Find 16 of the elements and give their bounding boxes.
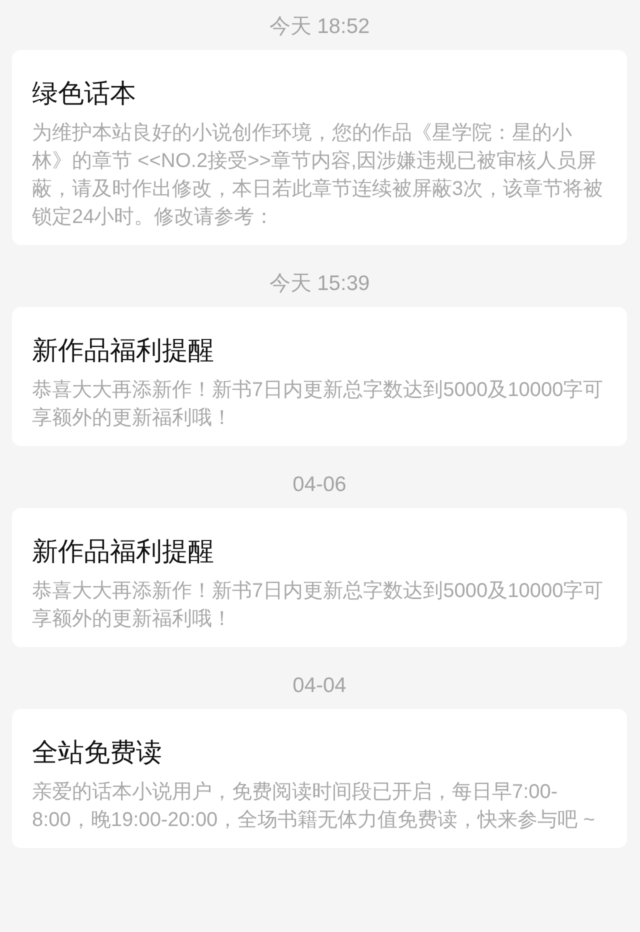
message-text: 恭喜大大再添新作！新书7日内更新总字数达到5000及10000字可享额外的更新福利哦！	[32, 378, 604, 431]
message-title: 绿色话本	[32, 77, 137, 110]
message-title: 全站免费读	[32, 736, 163, 769]
message-card[interactable]: 新作品福利提醒 恭喜大大再添新作！新书7日内更新总字数达到5000及10000字可享额外的更新福利哦！	[12, 508, 627, 647]
message-time: 今天 15:39	[269, 271, 370, 297]
message-time: 04-04	[292, 673, 346, 699]
message-card[interactable]: 绿色话本 为维护本站良好的小说创作环境，您的作品《星学院：星的小林》的章节 <<NO.2接受>>章节内容,因涉嫌违规已被审核人员屏蔽，请及时作出修改，本日若此章节连续被屏蔽3次，该章节将被锁定24小时。修改请参考：	[12, 50, 627, 245]
message-title: 新作品福利提醒	[32, 535, 215, 568]
message-text: 恭喜大大再添新作！新书7日内更新总字数达到5000及10000字可享额外的更新福利哦！	[32, 579, 604, 632]
message-card[interactable]: 全站免费读 亲爱的话本小说用户，免费阅读时间段已开启，每日早7:00-8:00，晚19:00-20:00，全场书籍无体力值免费读，快来参与吧 ~	[12, 709, 627, 848]
message-text: 为维护本站良好的小说创作环境，您的作品《星学院：星的小林》的章节 <<NO.2接受>>章节内容,因涉嫌违规已被审核人员屏蔽，请及时作出修改，本日若此章节连续被屏蔽3次，该章节将被锁定24小时。修改请参考：	[32, 121, 604, 230]
message-time: 今天 18:52	[269, 14, 370, 40]
message-title: 新作品福利提醒	[32, 334, 215, 367]
message-text: 亲爱的话本小说用户，免费阅读时间段已开启，每日早7:00-8:00，晚19:00-20:00，全场书籍无体力值免费读，快来参与吧 ~	[32, 780, 596, 833]
message-time: 04-06	[292, 472, 346, 498]
message-card[interactable]: 新作品福利提醒 恭喜大大再添新作！新书7日内更新总字数达到5000及10000字可享额外的更新福利哦！	[12, 307, 627, 446]
